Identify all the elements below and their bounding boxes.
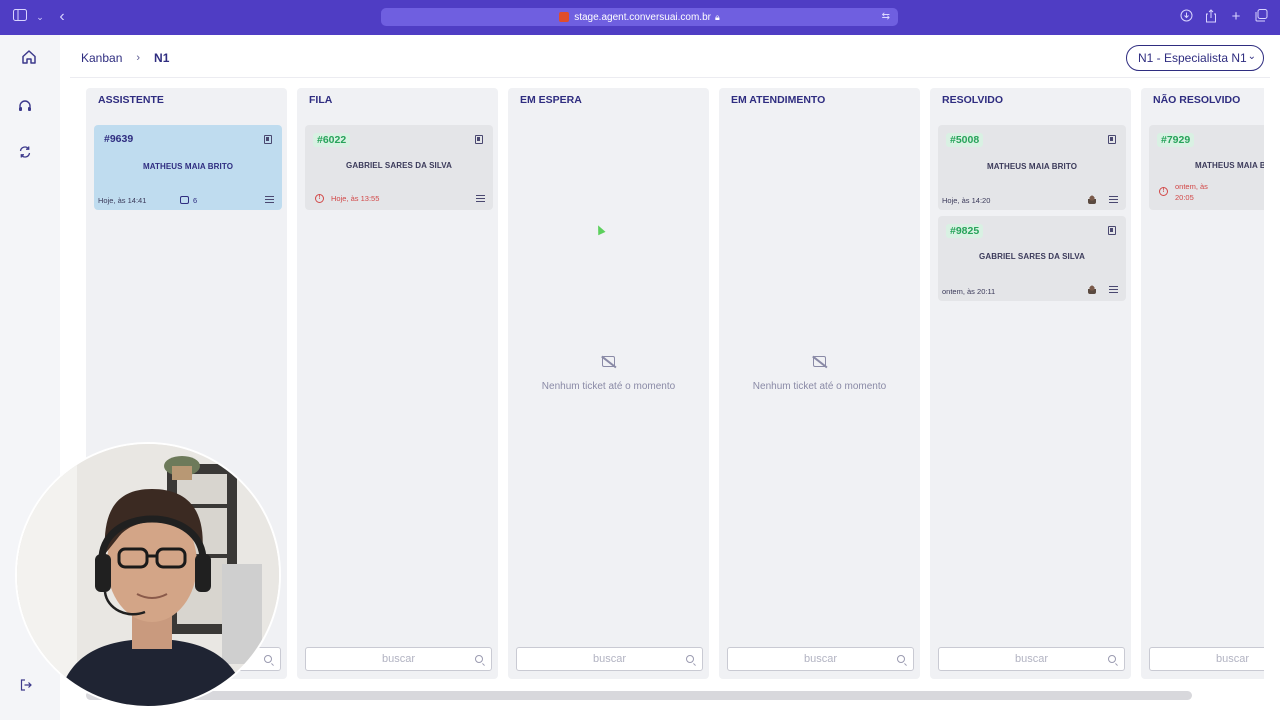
- column-search[interactable]: [727, 647, 914, 671]
- empty-state-text: Nenhum ticket até o momento: [752, 381, 887, 392]
- translate-icon[interactable]: ⇆: [882, 11, 890, 22]
- sidebar-icon[interactable]: [12, 9, 28, 25]
- alert-icon: !: [315, 194, 324, 203]
- ticket-card[interactable]: #7929 MATHEUS MAIA BRITO ! ontem, às 20:…: [1149, 125, 1264, 210]
- ticket-card[interactable]: #6022 GABRIEL SARES DA SILVA ! Hoje, às …: [305, 125, 493, 210]
- column-title: ASSISTENTE: [98, 94, 164, 106]
- breadcrumb-kanban[interactable]: Kanban: [81, 51, 122, 65]
- search-icon: [264, 655, 272, 663]
- ticket-customer-name: MATHEUS MAIA BRITO: [986, 162, 1078, 171]
- address-bar[interactable]: stage.agent.conversuai.com.br 🔒︎ ⇆: [381, 8, 898, 26]
- ticket-card[interactable]: #5008 MATHEUS MAIA BRITO Hoje, às 14:20: [938, 125, 1126, 210]
- ticket-customer-name: GABRIEL SARES DA SILVA: [346, 161, 452, 170]
- column-title: EM ATENDIMENTO: [731, 94, 826, 106]
- webcam-overlay: [15, 442, 281, 708]
- chevron-down-icon[interactable]: ⌄: [32, 9, 48, 25]
- search-icon: [1108, 655, 1116, 663]
- column-search[interactable]: [305, 647, 492, 671]
- menu-icon[interactable]: [1109, 196, 1118, 203]
- ticket-time: Hoje, às 13:55: [331, 194, 380, 203]
- search-input[interactable]: [306, 648, 491, 670]
- search-icon: [686, 655, 694, 663]
- home-icon[interactable]: [18, 46, 40, 68]
- plus-icon[interactable]: +: [1228, 9, 1244, 25]
- agent-avatar: [1088, 195, 1096, 204]
- breadcrumb: Kanban › N1: [81, 51, 169, 65]
- chat-icon: [180, 196, 189, 204]
- queue-select-value: N1 - Especialista N1: [1138, 51, 1247, 65]
- queue-select[interactable]: N1 - Especialista N1 ⌄: [1126, 45, 1264, 71]
- column-title: NÃO RESOLVIDO: [1153, 94, 1241, 106]
- empty-state-text: Nenhum ticket até o momento: [541, 381, 676, 392]
- search-icon: [897, 655, 905, 663]
- column-nao-resolvido: NÃO RESOLVIDO #7929 MATHEUS MAIA BRITO !…: [1141, 88, 1264, 679]
- column-search[interactable]: [516, 647, 703, 671]
- column-em-atendimento: EM ATENDIMENTO Nenhum ticket até o momen…: [719, 88, 920, 679]
- ticket-time-line1: ontem, às: [1175, 182, 1208, 191]
- no-tickets-icon: [813, 356, 826, 367]
- column-em-espera: EM ESPERA Nenhum ticket até o momento: [508, 88, 709, 679]
- horizontal-scrollbar[interactable]: [86, 691, 1192, 700]
- search-input[interactable]: [517, 648, 702, 670]
- ticket-id: #7929: [1157, 133, 1195, 147]
- logout-icon[interactable]: [15, 674, 37, 696]
- column-search[interactable]: [1149, 647, 1264, 671]
- address-url: stage.agent.conversuai.com.br: [574, 11, 711, 23]
- document-icon[interactable]: [1108, 226, 1116, 235]
- ticket-customer-name: MATHEUS MAIA BRITO: [1195, 161, 1264, 170]
- menu-icon[interactable]: [265, 196, 274, 203]
- breadcrumb-current: N1: [154, 51, 170, 65]
- column-title: EM ESPERA: [520, 94, 582, 106]
- no-tickets-icon: [602, 356, 615, 367]
- empty-state: Nenhum ticket até o momento: [719, 354, 920, 392]
- breadcrumb-separator: ›: [136, 52, 141, 64]
- ticket-card[interactable]: #9825 GABRIEL SARES DA SILVA ontem, às 2…: [938, 216, 1126, 301]
- share-icon[interactable]: [1203, 9, 1219, 25]
- menu-icon[interactable]: [476, 195, 485, 202]
- column-title: FILA: [309, 94, 333, 106]
- ticket-id: #9825: [946, 224, 984, 238]
- site-favicon-icon: [559, 12, 570, 22]
- ticket-time: Hoje, às 14:20: [942, 196, 991, 205]
- ticket-customer-name: GABRIEL SARES DA SILVA: [979, 252, 1085, 261]
- document-icon[interactable]: [475, 135, 483, 144]
- document-icon[interactable]: [264, 135, 272, 144]
- download-icon[interactable]: [1178, 9, 1194, 25]
- search-icon: [475, 655, 483, 663]
- lock-icon: 🔒︎: [714, 11, 720, 22]
- ticket-customer-name: MATHEUS MAIA BRITO: [142, 162, 234, 171]
- ticket-id: #9639: [104, 133, 134, 145]
- browser-toolbar: ⌄ ‹ stage.agent.conversuai.com.br 🔒︎ ⇆ +: [0, 0, 1280, 35]
- search-input[interactable]: [1150, 648, 1264, 670]
- ticket-time: Hoje, às 14:41: [98, 196, 147, 205]
- header-divider: [70, 77, 1270, 78]
- ticket-card[interactable]: #9639 MATHEUS MAIA BRITO Hoje, às 14:41 …: [94, 125, 282, 210]
- ticket-id: #6022: [313, 133, 351, 147]
- tabs-icon[interactable]: [1253, 9, 1269, 25]
- back-icon[interactable]: ‹: [54, 9, 70, 25]
- refresh-icon[interactable]: [14, 141, 36, 163]
- document-icon[interactable]: [1108, 135, 1116, 144]
- column-title: RESOLVIDO: [942, 94, 1004, 106]
- presenter-video-image: [17, 444, 279, 706]
- agent-avatar: [1088, 285, 1096, 294]
- column-resolvido: RESOLVIDO #5008 MATHEUS MAIA BRITO Hoje,…: [930, 88, 1131, 679]
- ticket-time: ontem, às 20:11: [942, 287, 996, 296]
- column-fila: FILA #6022 GABRIEL SARES DA SILVA ! Hoje…: [297, 88, 498, 679]
- ticket-time-line2: 20:05: [1175, 193, 1194, 202]
- empty-state: Nenhum ticket até o momento: [508, 354, 709, 392]
- chevron-down-icon: ⌄: [1247, 51, 1256, 62]
- search-input[interactable]: [939, 648, 1124, 670]
- menu-icon[interactable]: [1109, 286, 1118, 293]
- search-input[interactable]: [728, 648, 913, 670]
- message-count: 6: [193, 196, 198, 205]
- alert-icon: !: [1159, 187, 1168, 196]
- ticket-id: #5008: [946, 133, 984, 147]
- column-search[interactable]: [938, 647, 1125, 671]
- headset-icon[interactable]: [14, 95, 36, 117]
